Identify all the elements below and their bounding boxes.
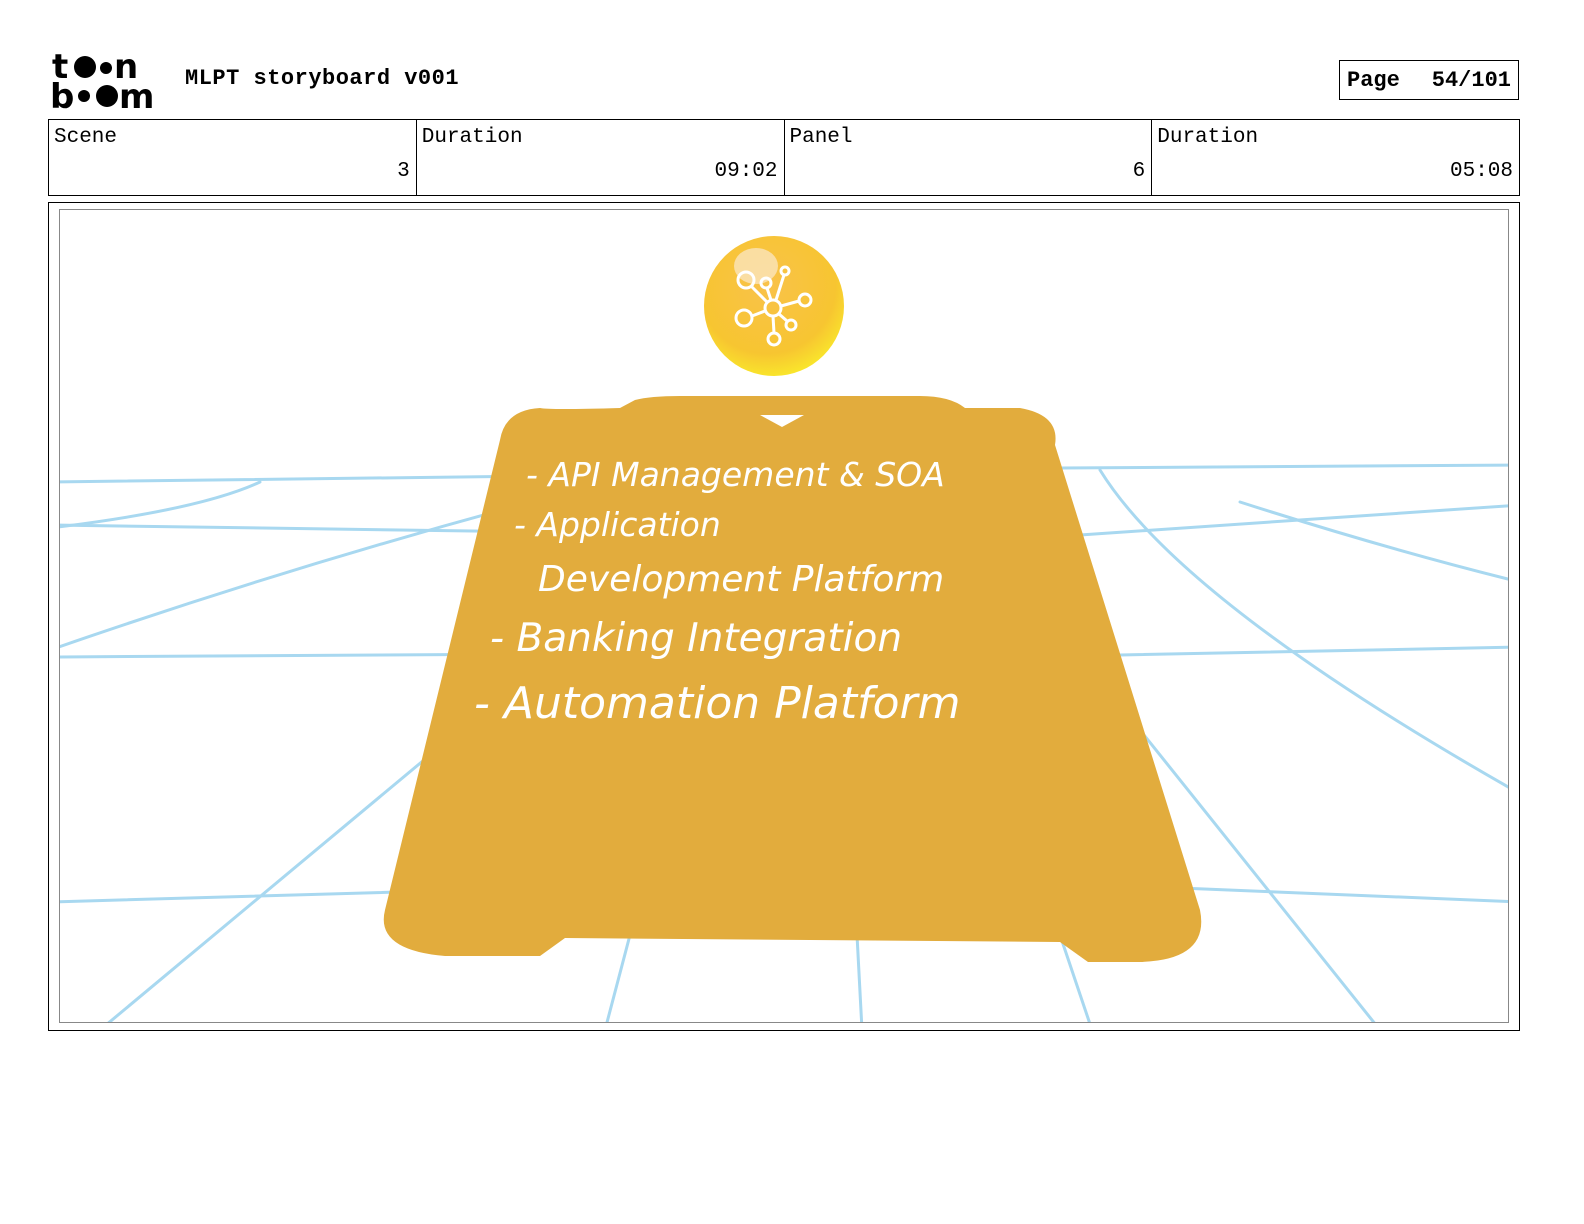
panel-info-table: Scene 3 Duration 09:02 Panel 6 Duration … <box>48 119 1520 196</box>
toon-boom-logo: t n b m <box>50 47 164 117</box>
panel-duration-value: 05:08 <box>1449 160 1513 183</box>
svg-text:m: m <box>119 77 154 112</box>
scene-cell: Scene 3 <box>49 120 417 195</box>
list-item-banking: - Banking Integration <box>490 616 902 661</box>
panel-duration-label: Duration <box>1157 126 1259 149</box>
scene-label: Scene <box>54 126 118 149</box>
scene-duration-cell: Duration 09:02 <box>417 120 785 195</box>
network-orb <box>704 236 844 376</box>
panel-value: 6 <box>1132 160 1146 183</box>
logo-mark: t n b m <box>50 47 154 117</box>
page-number: 54/101 <box>1431 67 1511 93</box>
list-item-application: - Application <box>514 505 721 544</box>
page-indicator: Page 54/101 <box>1339 60 1519 100</box>
scene-duration-label: Duration <box>421 126 523 149</box>
scene-duration-value: 09:02 <box>714 160 778 183</box>
panel-drawing: - API Management & SOA - Application Dev… <box>60 236 1508 1022</box>
panel-image: - API Management & SOA - Application Dev… <box>59 209 1509 1023</box>
list-item-api: - API Management & SOA <box>526 455 945 494</box>
panel-cell: Panel 6 <box>785 120 1153 195</box>
document-title: MLPT storyboard v001 <box>185 66 460 91</box>
page-label: Page <box>1347 67 1400 93</box>
svg-text:b: b <box>52 77 74 112</box>
panel-label: Panel <box>789 126 853 149</box>
scene-value: 3 <box>397 160 410 183</box>
list-item-automation: - Automation Platform <box>474 678 960 729</box>
panel-duration-cell: Duration 05:08 <box>1152 120 1519 195</box>
list-item-development: Development Platform <box>538 559 944 600</box>
